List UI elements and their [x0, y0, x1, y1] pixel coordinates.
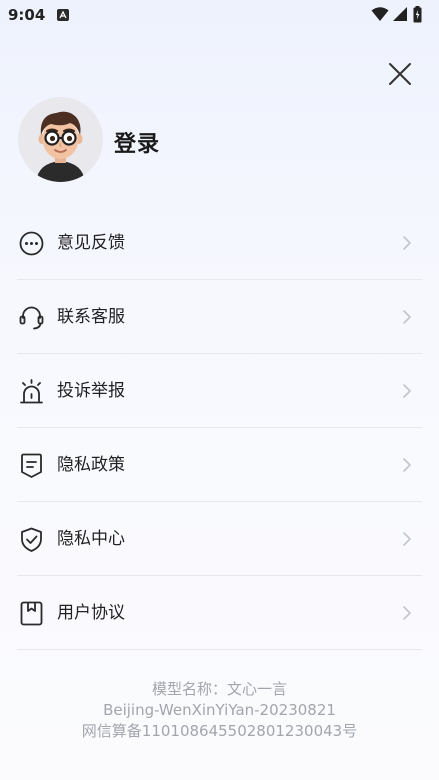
- status-indicators: [371, 6, 431, 24]
- menu-item-feedback[interactable]: 意见反馈: [0, 206, 439, 280]
- menu-item-label: 投诉举报: [57, 381, 125, 401]
- menu-item-label: 联系客服: [57, 307, 125, 327]
- divider: [17, 649, 422, 650]
- close-icon: [389, 63, 411, 85]
- menu-item-privacy-policy[interactable]: 隐私政策: [0, 428, 439, 502]
- menu-item-contact-service[interactable]: 联系客服: [0, 280, 439, 354]
- chevron-right-icon: [403, 310, 411, 324]
- menu-item-label: 隐私中心: [57, 529, 125, 549]
- feedback-chat-icon: [19, 231, 44, 256]
- menu-item-label: 意见反馈: [57, 233, 125, 253]
- model-id-text: Beijing-WenXinYiYan-20230821: [103, 701, 336, 719]
- wifi-icon: [371, 7, 389, 21]
- registration-text: 网信算备110108645502801230043号: [81, 722, 358, 740]
- close-button[interactable]: [386, 60, 414, 88]
- policy-document-icon: [21, 453, 42, 478]
- chevron-right-icon: [403, 458, 411, 472]
- bookmark-document-icon: [20, 601, 43, 626]
- cellular-signal-icon: [393, 7, 407, 21]
- menu-item-label: 用户协议: [57, 603, 125, 623]
- login-profile-row[interactable]: 登录: [18, 97, 318, 183]
- chevron-right-icon: [403, 384, 411, 398]
- settings-menu: 意见反馈 联系客服 投诉举报 隐私政策 隐私中心 用户协议: [0, 206, 439, 650]
- shield-check-icon: [21, 527, 42, 552]
- battery-icon: [413, 6, 422, 23]
- menu-item-privacy-center[interactable]: 隐私中心: [0, 502, 439, 576]
- avatar[interactable]: [18, 97, 103, 182]
- model-name-text: 模型名称：文心一言: [151, 680, 287, 698]
- status-bar: 9:04: [0, 0, 439, 32]
- chevron-right-icon: [403, 236, 411, 250]
- login-label[interactable]: 登录: [114, 126, 160, 158]
- notification-app-icon: [57, 9, 69, 21]
- alarm-siren-icon: [20, 379, 43, 404]
- chevron-right-icon: [403, 606, 411, 620]
- avatar-illustration-icon: [18, 97, 103, 182]
- footer-info: 模型名称：文心一言 Beijing-WenXinYiYan-20230821 网…: [0, 679, 439, 742]
- headset-icon: [19, 306, 44, 330]
- status-time: 9:04: [8, 6, 46, 24]
- menu-item-user-agreement[interactable]: 用户协议: [0, 576, 439, 650]
- menu-item-label: 隐私政策: [57, 455, 125, 475]
- menu-item-complaint-report[interactable]: 投诉举报: [0, 354, 439, 428]
- chevron-right-icon: [403, 532, 411, 546]
